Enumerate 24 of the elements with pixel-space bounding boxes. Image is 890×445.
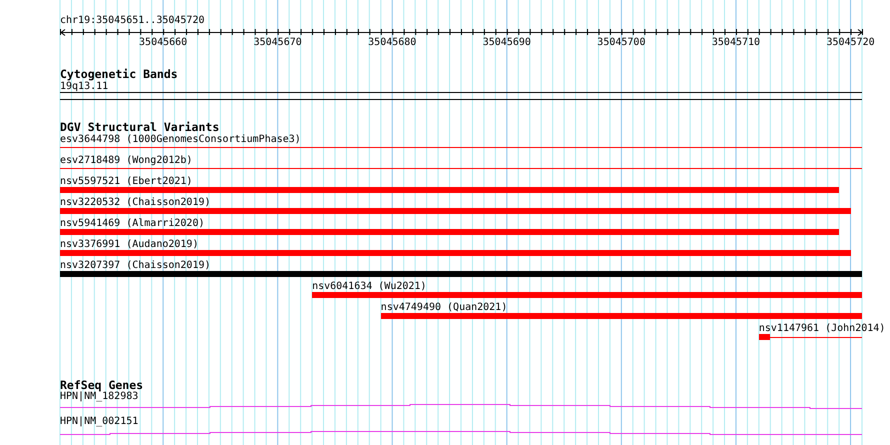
ruler-tick-label: 35045700 — [597, 37, 646, 49]
gene-label: HPN|NM_182983 — [60, 392, 138, 402]
variant-label: nsv6041634 (Wu2021) — [312, 282, 426, 292]
ruler-tick-label: 35045690 — [482, 37, 531, 49]
ruler-tick-label: 35045710 — [712, 37, 760, 49]
track-title: DGV Structural Variants — [60, 121, 220, 134]
band-label: 19q13.11 — [60, 81, 108, 92]
variant-label: esv2718489 (Wong2012b) — [60, 156, 192, 166]
ruler-tick-label: 35045660 — [139, 37, 188, 49]
variant-label: nsv4749490 (Quan2021) — [380, 303, 508, 313]
gene-label: HPN|NM_002151 — [60, 417, 138, 427]
ruler-tick-label: 35045720 — [826, 37, 875, 49]
ruler-tick-label: 35045680 — [368, 37, 416, 49]
variant-label: nsv3220532 (Chaisson2019) — [60, 198, 211, 208]
variant-label: nsv5597521 (Ebert2021) — [60, 177, 192, 187]
track-title: Cytogenetic Bands — [60, 68, 178, 81]
variant-label: nsv5941469 (Almarri2020) — [60, 219, 204, 229]
variant-label: nsv1147961 (John2014) — [758, 324, 886, 334]
variant-label: nsv3376991 (Audano2019) — [60, 240, 198, 250]
track-title: RefSeq Genes — [60, 379, 144, 392]
ruler-tick-label: 35045670 — [254, 37, 302, 49]
variant-label: esv3644798 (1000GenomesConsortiumPhase3) — [60, 135, 301, 145]
location-label: chr19:35045651..35045720 — [60, 15, 204, 27]
variant-label: nsv3207397 (Chaisson2019) — [60, 261, 211, 271]
